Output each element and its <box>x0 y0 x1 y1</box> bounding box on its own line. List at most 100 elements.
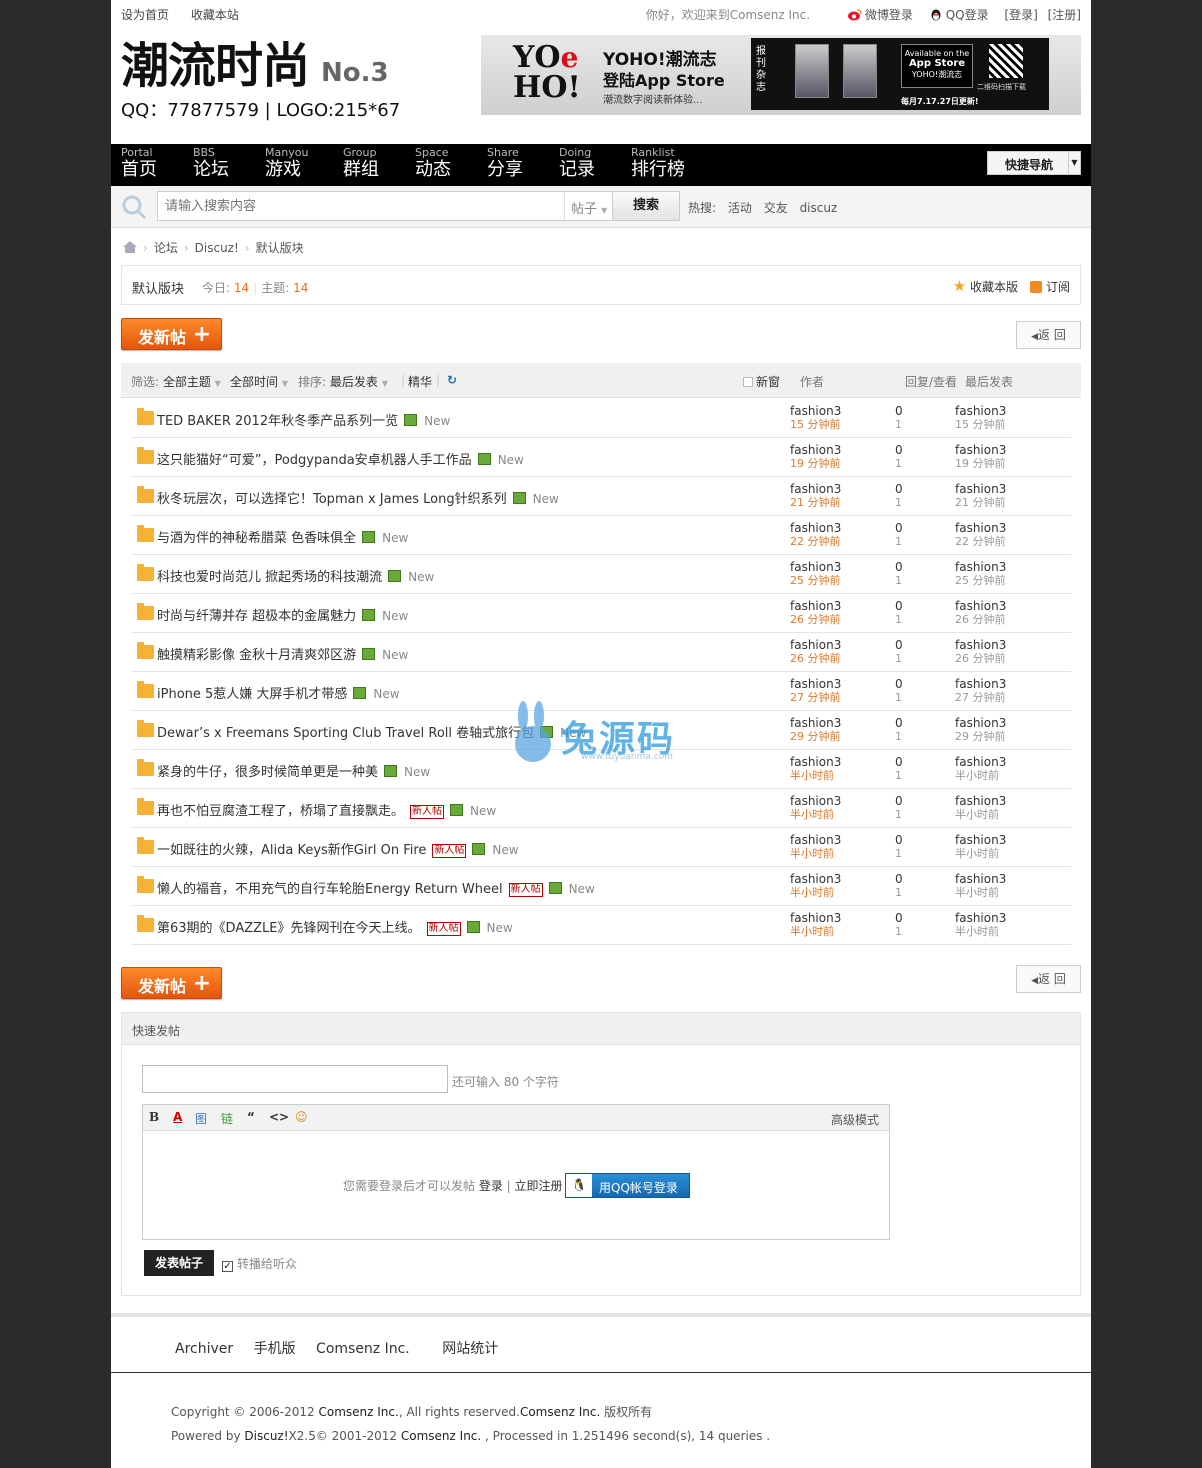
last-post-time[interactable]: 半小时前 <box>955 808 1006 822</box>
author-link[interactable]: fashion3 <box>790 755 841 769</box>
footer-link-mobile[interactable]: 手机版 <box>254 1341 296 1357</box>
sort-control[interactable]: 排序: 最后发表 ▼ <box>298 373 388 390</box>
discuz-link[interactable]: Discuz! <box>244 1429 288 1443</box>
nav-item-bbs[interactable]: BBS 论坛 <box>193 147 229 181</box>
back-button[interactable]: ◀返 回 <box>1016 965 1081 993</box>
author-link[interactable]: fashion3 <box>790 482 841 496</box>
author-link[interactable]: fashion3 <box>790 521 841 535</box>
nav-item-doing[interactable]: Doing 记录 <box>559 147 595 181</box>
last-poster-link[interactable]: fashion3 <box>955 521 1006 535</box>
author-link[interactable]: fashion3 <box>790 443 841 457</box>
quote-icon[interactable]: “ <box>247 1110 255 1124</box>
last-poster-link[interactable]: fashion3 <box>955 872 1006 886</box>
thread-title-link[interactable]: 与酒为伴的神秘希腊菜 色香味俱全 <box>157 531 356 546</box>
company-link[interactable]: Comsenz Inc. <box>401 1429 481 1443</box>
weibo-login-link[interactable]: 微博登录 <box>847 8 917 22</box>
thread-title-link[interactable]: 再也不怕豆腐渣工程了，桥塌了直接飘走。 <box>157 804 404 819</box>
search-button[interactable]: 搜索 <box>612 191 680 221</box>
thread-title-link[interactable]: 第63期的《DAZZLE》先锋网刊在今天上线。 <box>157 921 421 936</box>
filter-control[interactable]: 筛选: 全部主题 ▼ <box>131 373 221 390</box>
nav-item-share[interactable]: Share 分享 <box>487 147 523 181</box>
company-link[interactable]: Comsenz Inc. <box>319 1405 399 1419</box>
editor-login-link[interactable]: 登录 <box>479 1179 503 1193</box>
hot-search-link[interactable]: 活动 <box>728 201 752 215</box>
last-post-time[interactable]: 15 分钟前 <box>955 418 1006 432</box>
thread-title-link[interactable]: 秋冬玩层次，可以选择它！Topman x James Long针织系列 <box>157 492 507 507</box>
last-poster-link[interactable]: fashion3 <box>955 560 1006 574</box>
qq-login-link[interactable]: QQ登录 <box>929 8 993 22</box>
broadcast-checkbox[interactable]: ✓ 转播给听众 <box>222 1255 297 1272</box>
qq-login-button[interactable]: 🐧 用QQ帐号登录 <box>565 1173 690 1198</box>
last-poster-link[interactable]: fashion3 <box>955 833 1006 847</box>
smiley-icon[interactable]: ☺ <box>295 1110 308 1124</box>
hot-search-link[interactable]: discuz <box>800 201 838 215</box>
font-color-icon[interactable]: A <box>173 1110 182 1124</box>
last-post-time[interactable]: 半小时前 <box>955 886 1006 900</box>
thread-title-link[interactable]: 懒人的福音，不用充气的自行车轮胎Energy Return Wheel <box>157 882 503 897</box>
author-link[interactable]: fashion3 <box>790 794 841 808</box>
breadcrumb-link[interactable]: 默认版块 <box>256 241 304 255</box>
thread-title-link[interactable]: 科技也爱时尚范儿 掀起秀场的科技潮流 <box>157 570 382 585</box>
nav-item-group[interactable]: Group 群组 <box>343 147 379 181</box>
set-homepage-link[interactable]: 设为首页 <box>121 8 169 22</box>
subject-input[interactable] <box>142 1065 448 1093</box>
login-link[interactable]: [登录] <box>1004 8 1037 22</box>
last-post-time[interactable]: 27 分钟前 <box>955 691 1006 705</box>
last-post-time[interactable]: 19 分钟前 <box>955 457 1006 471</box>
new-post-button[interactable]: 发新帖 + <box>121 967 222 999</box>
last-post-time[interactable]: 26 分钟前 <box>955 652 1006 666</box>
new-post-button[interactable]: 发新帖 + <box>121 318 222 350</box>
thread-title-link[interactable]: Dewar’s x Freemans Sporting Club Travel … <box>157 726 534 741</box>
last-poster-link[interactable]: fashion3 <box>955 794 1006 808</box>
back-button[interactable]: ◀返 回 <box>1016 321 1081 349</box>
advanced-mode-link[interactable]: 高级模式 <box>831 1111 879 1128</box>
thread-title-link[interactable]: TED BAKER 2012年秋冬季产品系列一览 <box>157 414 398 429</box>
last-post-time[interactable]: 26 分钟前 <box>955 613 1006 627</box>
bookmark-site-link[interactable]: 收藏本站 <box>191 8 239 22</box>
thread-title-link[interactable]: 触摸精彩影像 金秋十月清爽郊区游 <box>157 648 356 663</box>
search-input[interactable] <box>158 192 558 220</box>
last-poster-link[interactable]: fashion3 <box>955 599 1006 613</box>
last-poster-link[interactable]: fashion3 <box>955 482 1006 496</box>
author-link[interactable]: fashion3 <box>790 911 841 925</box>
author-link[interactable]: fashion3 <box>790 560 841 574</box>
last-post-time[interactable]: 22 分钟前 <box>955 535 1006 549</box>
last-poster-link[interactable]: fashion3 <box>955 677 1006 691</box>
thread-title-link[interactable]: 这只能猫好“可爱”，Podgypanda安卓机器人手工作品 <box>157 453 472 468</box>
last-poster-link[interactable]: fashion3 <box>955 716 1006 730</box>
digest-filter[interactable]: 精华 <box>408 373 432 390</box>
nav-item-manyou[interactable]: Manyou 游戏 <box>265 147 308 181</box>
company-link[interactable]: Comsenz Inc. <box>520 1405 600 1419</box>
breadcrumb-link[interactable]: Discuz! <box>195 241 239 255</box>
nav-item-ranklist[interactable]: Ranklist 排行榜 <box>631 147 685 181</box>
last-post-time[interactable]: 半小时前 <box>955 847 1006 861</box>
thread-title-link[interactable]: 时尚与纤薄并存 超极本的金属魅力 <box>157 609 356 624</box>
nav-item-space[interactable]: Space 动态 <box>415 147 451 181</box>
thread-title-link[interactable]: 一如既往的火辣，Alida Keys新作Girl On Fire <box>157 843 426 858</box>
hot-search-link[interactable]: 交友 <box>764 201 788 215</box>
footer-link-company[interactable]: Comsenz Inc. <box>316 1341 410 1357</box>
last-poster-link[interactable]: fashion3 <box>955 911 1006 925</box>
author-link[interactable]: fashion3 <box>790 638 841 652</box>
header-banner-ad[interactable]: YOe HO! YOHO!潮流志 登陆App Store 潮流数字阅读新体验...… <box>481 35 1081 115</box>
author-link[interactable]: fashion3 <box>790 872 841 886</box>
last-poster-link[interactable]: fashion3 <box>955 443 1006 457</box>
author-link[interactable]: fashion3 <box>790 677 841 691</box>
last-poster-link[interactable]: fashion3 <box>955 404 1006 418</box>
site-logo-title[interactable]: 潮流时尚 <box>121 38 310 94</box>
thread-title-link[interactable]: iPhone 5惹人嫌 大屏手机才带感 <box>157 687 347 702</box>
refresh-icon[interactable]: ↻ <box>447 373 457 387</box>
nav-item-portal[interactable]: Portal 首页 <box>121 147 157 181</box>
author-link[interactable]: fashion3 <box>790 833 841 847</box>
author-link[interactable]: fashion3 <box>790 404 841 418</box>
editor-register-link[interactable]: 立即注册 <box>515 1179 563 1193</box>
last-post-time[interactable]: 半小时前 <box>955 925 1006 939</box>
subscribe-link[interactable]: 订阅 <box>1046 280 1070 294</box>
last-post-time[interactable]: 29 分钟前 <box>955 730 1006 744</box>
code-icon[interactable]: <> <box>269 1110 289 1124</box>
link-icon[interactable]: 链 <box>221 1110 233 1127</box>
time-filter-control[interactable]: 全部时间 ▼ <box>230 373 288 390</box>
last-post-time[interactable]: 25 分钟前 <box>955 574 1006 588</box>
footer-link-stats[interactable]: 网站统计 <box>442 1341 498 1357</box>
author-link[interactable]: fashion3 <box>790 716 841 730</box>
